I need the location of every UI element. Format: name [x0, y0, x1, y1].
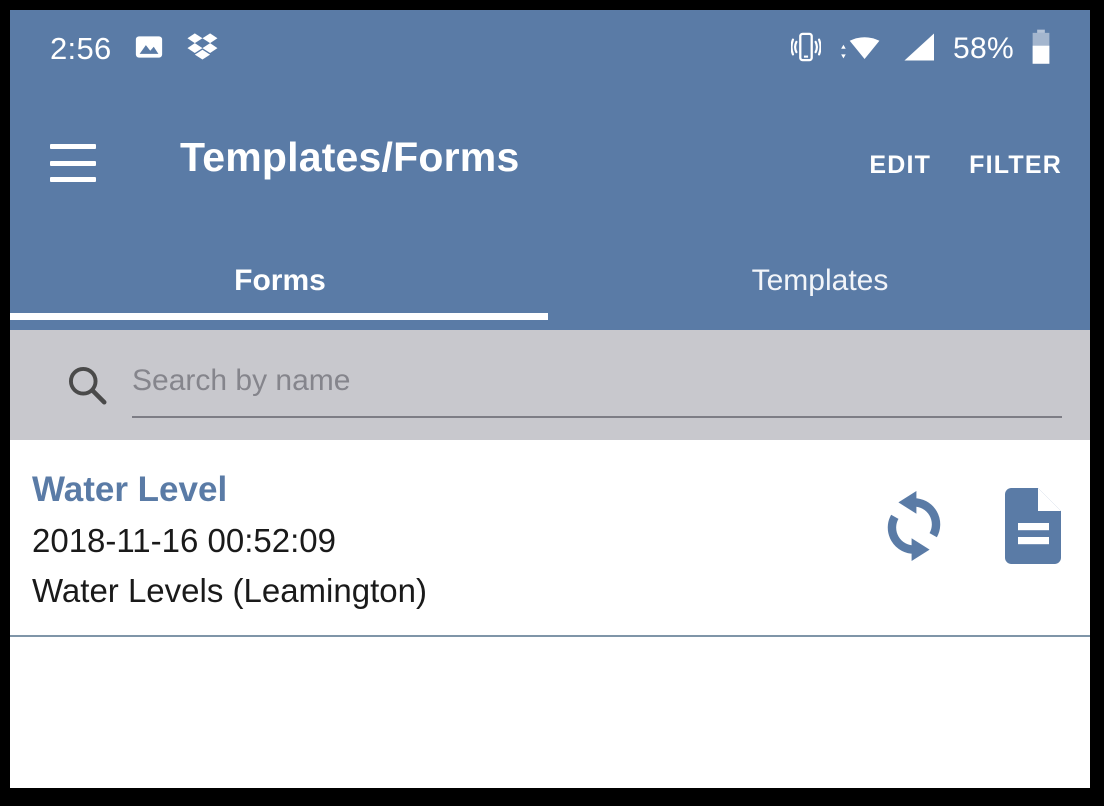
status-bar-left-group: 2:56 — [50, 10, 220, 88]
list-item-actions — [878, 488, 1068, 564]
table-row[interactable]: Water Level 2018-11-16 00:52:09 Water Le… — [10, 440, 1090, 637]
tab-templates[interactable]: Templates — [550, 240, 1090, 330]
document-icon[interactable] — [996, 488, 1068, 564]
status-bar-right-group: 58% — [790, 10, 1052, 88]
app-bar: Templates/Forms EDIT FILTER — [10, 88, 1090, 240]
tab-forms-label: Forms — [234, 264, 326, 297]
vibrate-icon — [790, 31, 822, 68]
app-bar-actions: EDIT FILTER — [855, 143, 1076, 188]
app-screen: 2:56 58% Templates/Forms EDIT FILTER For… — [10, 10, 1090, 788]
list-item-text-group: Water Level 2018-11-16 00:52:09 Water Le… — [32, 464, 427, 616]
page-title: Templates/Forms — [180, 134, 520, 180]
search-input[interactable] — [132, 352, 1062, 418]
filter-button[interactable]: FILTER — [955, 143, 1076, 188]
list-item-template-name: Water Levels (Leamington) — [32, 572, 427, 609]
battery-percent-label: 58% — [953, 32, 1014, 65]
hamburger-bar-3 — [50, 177, 96, 182]
tab-templates-label: Templates — [751, 264, 889, 297]
device-frame: 2:56 58% Templates/Forms EDIT FILTER For… — [0, 0, 1104, 806]
list-item-title: Water Level — [32, 470, 228, 509]
list-item-timestamp: 2018-11-16 00:52:09 — [32, 522, 336, 559]
forms-list: Water Level 2018-11-16 00:52:09 Water Le… — [10, 440, 1090, 788]
wifi-icon — [837, 31, 883, 68]
status-clock: 2:56 — [50, 31, 112, 66]
tab-selected-indicator — [10, 313, 548, 320]
search-icon[interactable] — [66, 364, 108, 406]
photo-icon — [134, 32, 164, 67]
dropbox-icon — [186, 32, 220, 67]
hamburger-bar-1 — [50, 144, 96, 149]
hamburger-bar-2 — [50, 160, 96, 166]
battery-icon — [1030, 29, 1052, 70]
cellular-signal-icon — [899, 31, 937, 68]
edit-button[interactable]: EDIT — [855, 143, 945, 188]
hamburger-menu-icon[interactable] — [50, 140, 102, 186]
sync-icon[interactable] — [878, 488, 950, 564]
status-bar: 2:56 58% — [10, 10, 1090, 88]
search-bar — [10, 330, 1090, 440]
